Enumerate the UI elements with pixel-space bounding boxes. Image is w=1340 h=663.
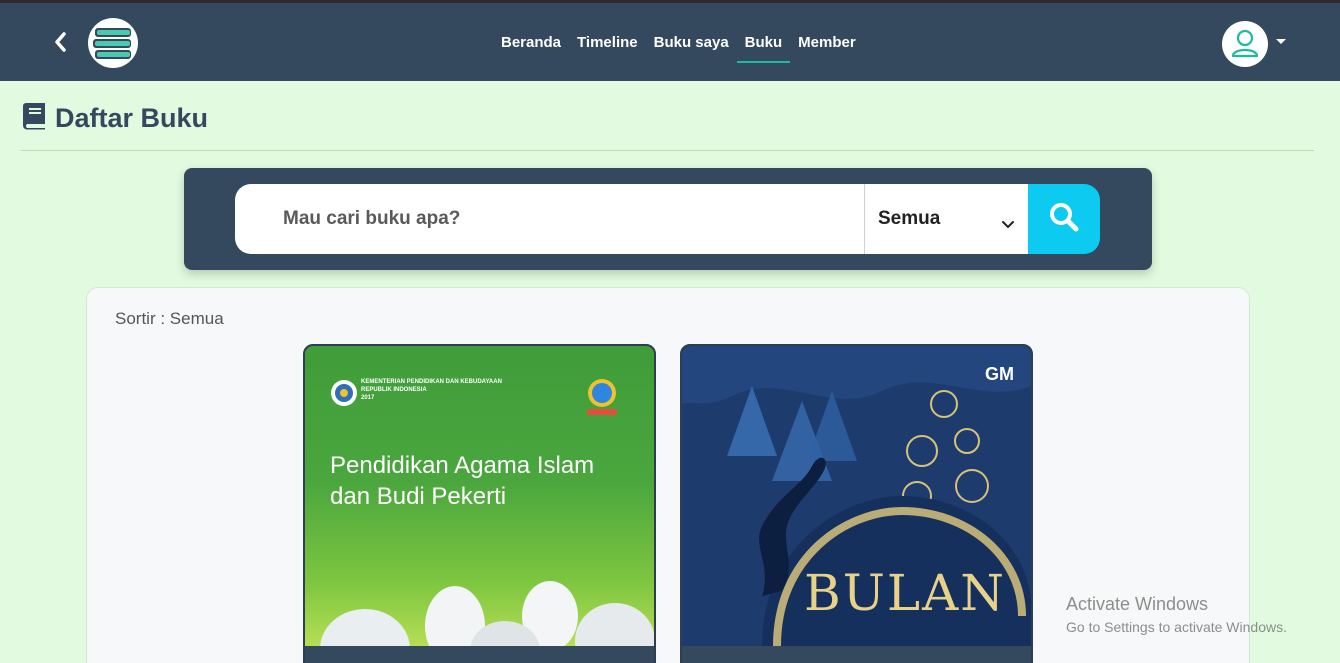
nav-link-member[interactable]: Member xyxy=(790,3,864,81)
sort-label[interactable]: Sortir : Semua xyxy=(115,309,224,329)
search-filter-value: Semua xyxy=(878,208,941,229)
divider xyxy=(21,150,1314,151)
book-cover: KEMENTERIAN PENDIDIKAN DAN KEBUDAYAAN RE… xyxy=(305,346,654,646)
back-chevron-icon[interactable] xyxy=(50,29,72,55)
book-card[interactable]: KEMENTERIAN PENDIDIKAN DAN KEBUDAYAAN RE… xyxy=(303,344,656,663)
activate-windows-watermark: Activate Windows Go to Settings to activ… xyxy=(1066,594,1287,635)
nav-link-buku-saya[interactable]: Buku saya xyxy=(646,3,737,81)
garuda-emblem-icon xyxy=(331,380,357,406)
students-illustration xyxy=(320,581,654,646)
book-icon xyxy=(22,102,47,135)
book-cover-title: BULAN xyxy=(804,564,1006,622)
nav-link-beranda[interactable]: Beranda xyxy=(493,3,569,81)
search-filter-select[interactable]: Semua xyxy=(864,184,1028,254)
page-title-text: Daftar Buku xyxy=(55,102,209,133)
book-card[interactable]: GM BULAN xyxy=(680,344,1033,663)
book-cover-publisher: KEMENTERIAN PENDIDIKAN DAN KEBUDAYAAN RE… xyxy=(361,379,502,401)
main-nav: Beranda Timeline Buku saya Buku Member xyxy=(493,3,864,81)
book-cover-title: Pendidikan Agama Islam dan Budi Pekerti xyxy=(330,452,595,510)
top-navbar: Beranda Timeline Buku saya Buku Member xyxy=(0,3,1340,81)
user-avatar-icon[interactable] xyxy=(1222,21,1268,67)
nav-link-timeline[interactable]: Timeline xyxy=(569,3,646,81)
watermark-subtitle: Go to Settings to activate Windows. xyxy=(1066,619,1287,635)
tut-wuri-badge-icon xyxy=(587,379,617,415)
book-cover: GM BULAN xyxy=(682,346,1031,646)
page-title: Daftar Buku xyxy=(22,102,208,134)
books-stack-logo-icon[interactable] xyxy=(88,18,138,68)
search-input[interactable] xyxy=(235,184,865,254)
nav-link-buku[interactable]: Buku xyxy=(736,3,791,81)
publisher-logo: GM xyxy=(985,364,1014,384)
search-icon xyxy=(1048,201,1080,238)
watermark-title: Activate Windows xyxy=(1066,594,1209,614)
search-button[interactable] xyxy=(1028,184,1100,254)
user-menu-caret-icon[interactable] xyxy=(1276,39,1286,44)
chevron-down-icon xyxy=(1002,213,1014,235)
search-panel: Semua xyxy=(184,168,1152,270)
